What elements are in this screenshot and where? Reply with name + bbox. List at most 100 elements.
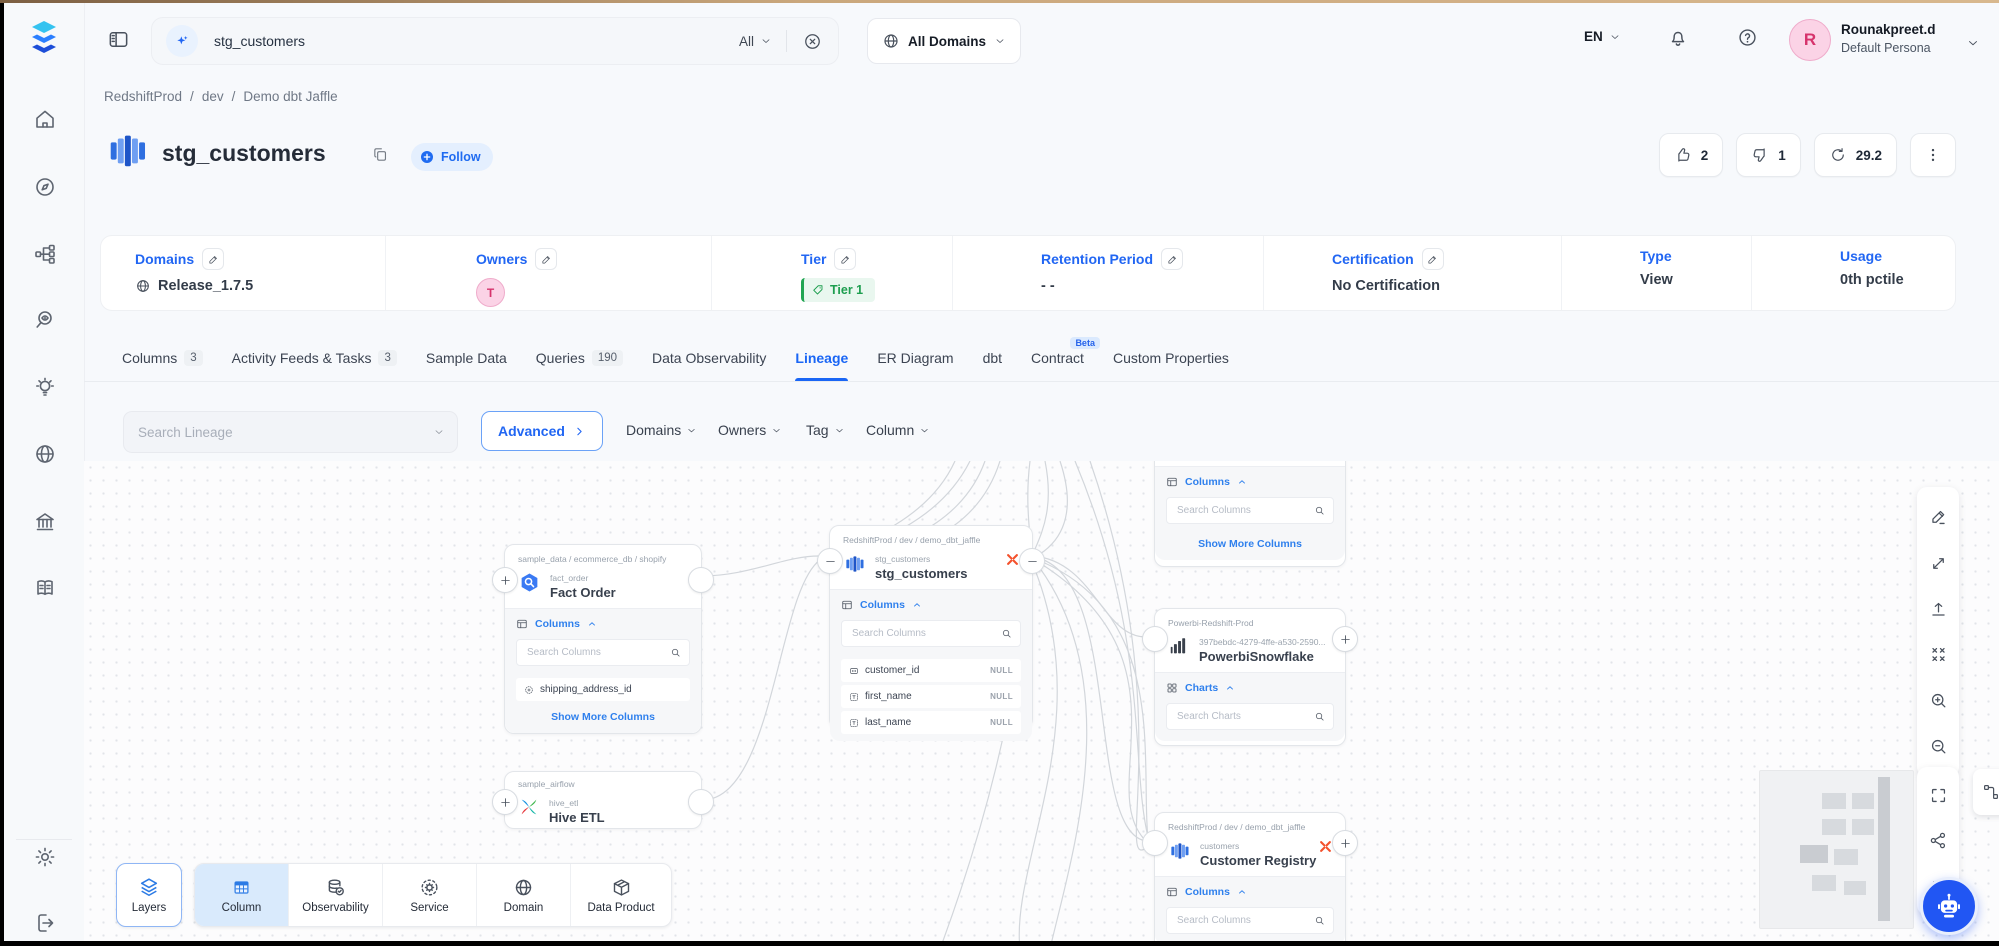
- upstream-port[interactable]: [1142, 830, 1168, 856]
- meta-label[interactable]: Owners: [476, 251, 527, 267]
- export-upload-icon[interactable]: [1929, 600, 1948, 619]
- lineage-node-powerbi-snowflake[interactable]: Powerbi-Redshift-Prod 397bebdc-4279-4ffe…: [1154, 608, 1346, 746]
- node-chart-search[interactable]: [1166, 703, 1334, 730]
- settings-gear-icon[interactable]: [33, 845, 57, 869]
- meta-label[interactable]: Domains: [135, 251, 194, 267]
- tab-lineage[interactable]: Lineage: [795, 334, 848, 381]
- user-menu[interactable]: Rounakpreet.d Default Persona: [1841, 21, 1936, 57]
- tab-queries[interactable]: Queries190: [536, 334, 623, 381]
- filter-tag-dropdown[interactable]: Tag: [806, 422, 845, 438]
- show-more-columns-link[interactable]: Show More Columns: [516, 704, 690, 729]
- node-title[interactable]: Fact Order: [550, 587, 616, 599]
- columns-section-toggle[interactable]: Columns: [1166, 886, 1334, 898]
- layer-observability-button[interactable]: Observability: [289, 864, 383, 926]
- lineage-node-partial[interactable]: Columns Show More Columns: [1154, 461, 1346, 567]
- downstream-port[interactable]: [688, 567, 714, 593]
- node-title[interactable]: Hive ETL: [549, 812, 605, 824]
- edit-retention-button[interactable]: [1161, 248, 1183, 270]
- lineage-node-fact-order[interactable]: sample_data / ecommerce_db / shopify fac…: [504, 544, 702, 734]
- expand-upstream-port[interactable]: [492, 789, 518, 815]
- breadcrumb-item[interactable]: dev: [202, 89, 224, 104]
- lineage-path-panel-tab[interactable]: [1973, 769, 1999, 815]
- tab-contract[interactable]: ContractBeta: [1031, 334, 1084, 381]
- tab-columns[interactable]: Columns3: [122, 334, 203, 381]
- owner-avatar[interactable]: T: [476, 278, 505, 307]
- zoom-in-icon[interactable]: [1929, 691, 1948, 710]
- search-input[interactable]: [212, 32, 725, 50]
- edit-owners-button[interactable]: [535, 248, 557, 270]
- breadcrumb-item[interactable]: RedshiftProd: [104, 89, 182, 104]
- governance-bank-icon[interactable]: [33, 510, 57, 534]
- domains-value[interactable]: Release_1.7.5: [158, 278, 253, 294]
- remove-node-icon[interactable]: [1318, 839, 1333, 854]
- node-column-search[interactable]: [516, 639, 690, 666]
- resize-arrow-icon[interactable]: [1929, 554, 1948, 573]
- tab-sample-data[interactable]: Sample Data: [426, 334, 507, 381]
- lineage-search-input[interactable]: [124, 425, 433, 440]
- meta-label[interactable]: Tier: [801, 251, 826, 267]
- node-column-search[interactable]: [1166, 497, 1334, 524]
- web-globe-icon[interactable]: [33, 442, 57, 466]
- layer-column-button[interactable]: Column: [195, 864, 289, 926]
- filter-column-dropdown[interactable]: Column: [866, 422, 930, 438]
- glossary-book-icon[interactable]: [33, 576, 57, 600]
- tier-badge[interactable]: Tier 1: [801, 278, 875, 302]
- node-search-input[interactable]: [850, 627, 1001, 640]
- node-search-input[interactable]: [1175, 504, 1314, 517]
- node-search-input[interactable]: [1175, 710, 1314, 723]
- clear-search-icon[interactable]: [787, 32, 838, 51]
- user-avatar[interactable]: R: [1789, 19, 1831, 61]
- follow-button[interactable]: Follow: [411, 143, 493, 171]
- logout-icon[interactable]: [33, 911, 57, 935]
- lineage-search[interactable]: [123, 411, 458, 453]
- columns-section-toggle[interactable]: Columns: [516, 618, 690, 630]
- meta-label[interactable]: Certification: [1332, 251, 1414, 267]
- layer-service-button[interactable]: Service: [383, 864, 477, 926]
- expand-downstream-port[interactable]: [1332, 830, 1358, 856]
- filter-owners-dropdown[interactable]: Owners: [718, 422, 782, 438]
- language-dropdown[interactable]: EN: [1584, 29, 1621, 44]
- node-column-search[interactable]: [1166, 907, 1334, 934]
- node-title[interactable]: PowerbiSnowflake: [1199, 651, 1326, 663]
- layer-data-product-button[interactable]: Data Product: [571, 864, 671, 926]
- column-row[interactable]: first_name NULL: [841, 685, 1021, 708]
- lineage-canvas[interactable]: Columns Show More Columns sample_data / …: [84, 461, 1999, 941]
- upvote-button[interactable]: 2: [1659, 133, 1724, 177]
- lineage-minimap[interactable]: [1759, 770, 1914, 929]
- tab-er-diagram[interactable]: ER Diagram: [877, 334, 953, 381]
- zoom-out-icon[interactable]: [1929, 737, 1948, 756]
- collapse-downstream-port[interactable]: [1019, 548, 1045, 574]
- profile-search-icon[interactable]: [33, 308, 57, 332]
- insights-bulb-icon[interactable]: [33, 376, 57, 400]
- sidebar-toggle-icon[interactable]: [107, 28, 130, 51]
- filter-domains-dropdown[interactable]: Domains: [626, 422, 697, 438]
- lineage-network-icon[interactable]: [33, 242, 57, 266]
- fit-to-screen-icon[interactable]: [1929, 645, 1948, 664]
- lineage-node-stg-customers[interactable]: RedshiftProd / dev / demo_dbt_jaffle stg…: [829, 525, 1033, 729]
- tab-custom-properties[interactable]: Custom Properties: [1113, 334, 1229, 381]
- home-icon[interactable]: [33, 107, 57, 131]
- chevron-down-icon[interactable]: [1966, 36, 1980, 50]
- collapse-upstream-port[interactable]: [817, 548, 843, 574]
- node-title[interactable]: stg_customers: [875, 568, 967, 580]
- upstream-port[interactable]: [1142, 626, 1168, 652]
- remove-node-icon[interactable]: [1005, 552, 1020, 567]
- share-nodes-icon[interactable]: [1929, 831, 1948, 850]
- node-search-input[interactable]: [525, 646, 670, 659]
- fullscreen-icon[interactable]: [1929, 786, 1948, 805]
- help-icon[interactable]: [1737, 27, 1758, 48]
- downstream-port[interactable]: [688, 789, 714, 815]
- breadcrumb-item[interactable]: Demo dbt Jaffle: [243, 89, 337, 104]
- atlan-logo[interactable]: [25, 18, 63, 58]
- freshness-score-button[interactable]: 29.2: [1814, 133, 1897, 177]
- notifications-bell-icon[interactable]: [1667, 27, 1689, 49]
- show-more-columns-link[interactable]: Show More Columns: [1166, 531, 1334, 556]
- tab-data-observability[interactable]: Data Observability: [652, 334, 766, 381]
- edit-certification-button[interactable]: [1422, 248, 1444, 270]
- expand-downstream-port[interactable]: [1332, 626, 1358, 652]
- node-title[interactable]: Customer Registry: [1200, 855, 1316, 867]
- column-row[interactable]: customer_id NULL: [841, 659, 1021, 682]
- global-search-bar[interactable]: All: [151, 17, 839, 65]
- annotate-pencil-icon[interactable]: [1929, 508, 1948, 527]
- node-search-input[interactable]: [1175, 914, 1314, 927]
